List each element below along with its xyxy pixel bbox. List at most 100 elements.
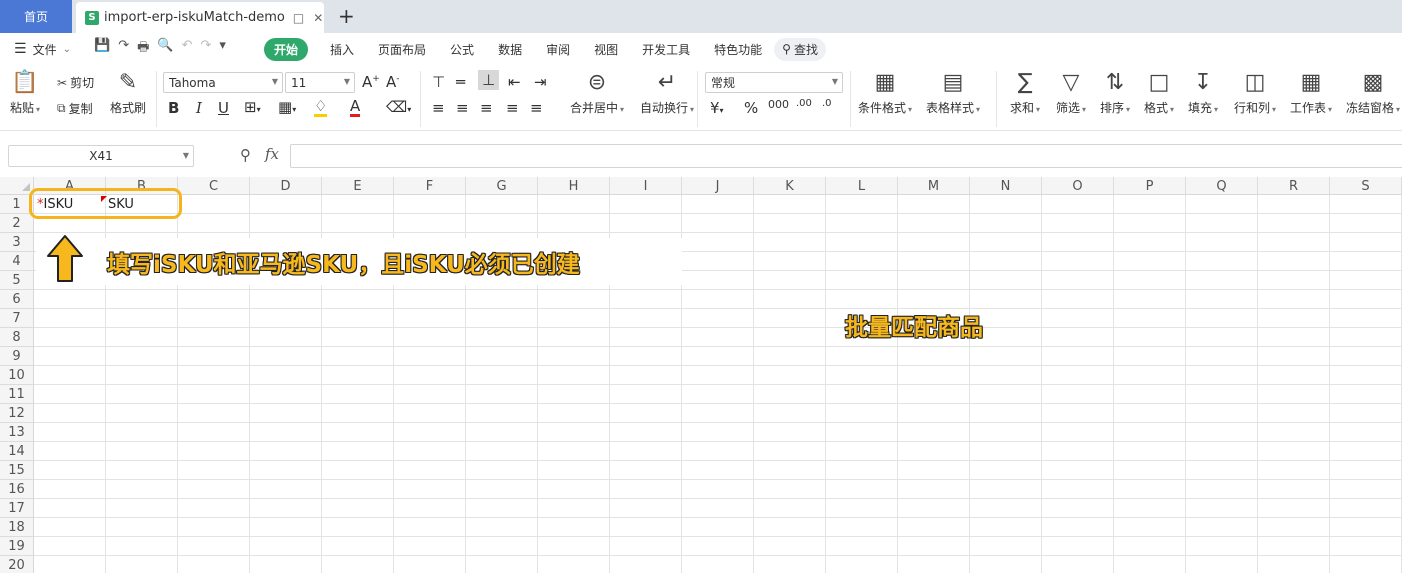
row-header-13[interactable]: 13: [0, 423, 33, 442]
table-style-button[interactable]: ▤ 表格样式 ▾: [926, 71, 980, 116]
currency-icon[interactable]: ¥▾: [710, 99, 724, 117]
thousands-icon[interactable]: 000: [768, 98, 789, 111]
column-header-i[interactable]: I: [610, 177, 682, 195]
column-header-f[interactable]: F: [394, 177, 466, 195]
decrease-decimal-icon[interactable]: .0: [822, 98, 832, 109]
close-icon[interactable]: ✕: [313, 11, 323, 25]
export-icon[interactable]: ↷: [118, 38, 129, 60]
row-header-17[interactable]: 17: [0, 499, 33, 518]
bold-icon[interactable]: B: [168, 99, 179, 117]
column-header-r[interactable]: R: [1258, 177, 1330, 195]
tab-start[interactable]: 开始: [264, 37, 309, 61]
row-header-5[interactable]: 5: [0, 271, 33, 290]
format-button[interactable]: □ 格式 ▾: [1144, 71, 1174, 116]
align-left-icon[interactable]: ≡: [432, 99, 445, 117]
row-header-11[interactable]: 11: [0, 385, 33, 404]
conditional-format-button[interactable]: ▦ 条件格式 ▾: [858, 71, 912, 116]
align-top-icon[interactable]: ⊤: [432, 73, 445, 91]
print-icon[interactable]: 🖶: [137, 38, 149, 60]
row-header-15[interactable]: 15: [0, 461, 33, 480]
window-icon[interactable]: □: [293, 11, 304, 25]
worksheet-button[interactable]: ▦ 工作表 ▾: [1290, 71, 1332, 116]
column-header-c[interactable]: C: [178, 177, 250, 195]
border-icon[interactable]: ⊞▾: [244, 98, 261, 116]
search-button[interactable]: ⚲ 查找: [774, 37, 826, 61]
save-icon[interactable]: 💾: [94, 38, 110, 60]
column-header-p[interactable]: P: [1114, 177, 1186, 195]
paste-button[interactable]: 📋 粘贴 ▾: [10, 71, 40, 116]
tab-document[interactable]: S import-erp-iskuMatch-demo □ ✕: [76, 2, 324, 33]
print-preview-icon[interactable]: 🔍: [157, 38, 173, 60]
row-header-4[interactable]: 4: [0, 252, 33, 271]
row-header-20[interactable]: 20: [0, 556, 33, 573]
row-header-3[interactable]: 3: [0, 233, 33, 252]
column-header-h[interactable]: H: [538, 177, 610, 195]
row-header-9[interactable]: 9: [0, 347, 33, 366]
tab-home[interactable]: 首页: [0, 0, 72, 33]
merge-center-button[interactable]: ⊜ 合并居中 ▾: [570, 71, 624, 116]
column-header-s[interactable]: S: [1330, 177, 1402, 195]
distribute-icon[interactable]: ≡: [530, 99, 543, 117]
new-tab-button[interactable]: +: [338, 4, 355, 28]
tab-insert[interactable]: 插入: [318, 38, 366, 61]
fill-pattern-icon[interactable]: ▦▾: [278, 98, 296, 116]
wrap-text-button[interactable]: ↵ 自动换行 ▾: [640, 71, 694, 116]
fill-button[interactable]: ↧ 填充 ▾: [1188, 71, 1218, 116]
align-bottom-icon[interactable]: ⊥: [478, 70, 500, 90]
indent-decrease-icon[interactable]: ⇤: [508, 73, 521, 91]
tab-data[interactable]: 数据: [486, 38, 534, 61]
row-header-6[interactable]: 6: [0, 290, 33, 309]
justify-icon[interactable]: ≡: [506, 99, 519, 117]
rows-cols-button[interactable]: ◫ 行和列 ▾: [1234, 71, 1276, 116]
zoom-icon[interactable]: ⚲: [240, 146, 251, 164]
undo-icon[interactable]: ↶: [182, 38, 193, 60]
font-color-icon[interactable]: A: [350, 98, 361, 117]
font-size-select[interactable]: 11 ▼: [285, 72, 355, 93]
decrease-font-icon[interactable]: A-: [386, 73, 400, 91]
tab-view[interactable]: 视图: [582, 38, 630, 61]
column-header-q[interactable]: Q: [1186, 177, 1258, 195]
tab-developer[interactable]: 开发工具: [630, 38, 702, 61]
italic-icon[interactable]: I: [196, 99, 202, 117]
column-header-n[interactable]: N: [970, 177, 1042, 195]
filter-button[interactable]: ▽ 筛选 ▾: [1056, 71, 1086, 116]
row-header-10[interactable]: 10: [0, 366, 33, 385]
format-painter-button[interactable]: ✎ 格式刷: [110, 71, 146, 116]
increase-font-icon[interactable]: A+: [362, 73, 380, 91]
file-menu[interactable]: ☰ 文件 ⌄: [0, 41, 90, 58]
indent-increase-icon[interactable]: ⇥: [534, 73, 547, 91]
column-header-e[interactable]: E: [322, 177, 394, 195]
row-header-19[interactable]: 19: [0, 537, 33, 556]
number-format-select[interactable]: 常规 ▼: [705, 72, 843, 93]
row-header-8[interactable]: 8: [0, 328, 33, 347]
customize-icon[interactable]: ▾: [219, 38, 226, 60]
redo-icon[interactable]: ↷: [200, 38, 211, 60]
column-header-k[interactable]: K: [754, 177, 826, 195]
row-header-12[interactable]: 12: [0, 404, 33, 423]
column-header-g[interactable]: G: [466, 177, 538, 195]
font-name-select[interactable]: Tahoma ▼: [163, 72, 283, 93]
name-box[interactable]: X41 ▼: [8, 145, 194, 167]
row-header-16[interactable]: 16: [0, 480, 33, 499]
tab-features[interactable]: 特色功能: [702, 38, 774, 61]
increase-decimal-icon[interactable]: .00: [796, 98, 812, 109]
tab-page-layout[interactable]: 页面布局: [366, 38, 438, 61]
sum-button[interactable]: ∑ 求和 ▾: [1010, 71, 1040, 116]
fill-color-icon[interactable]: ♢: [314, 98, 328, 117]
column-header-l[interactable]: L: [826, 177, 898, 195]
tab-formulas[interactable]: 公式: [438, 38, 486, 61]
row-header-18[interactable]: 18: [0, 518, 33, 537]
tab-review[interactable]: 审阅: [534, 38, 582, 61]
cut-button[interactable]: ✂ 剪切: [57, 74, 94, 91]
row-header-14[interactable]: 14: [0, 442, 33, 461]
sort-button[interactable]: ⇅ 排序 ▾: [1100, 71, 1130, 116]
freeze-panes-button[interactable]: ▩ 冻结窗格 ▾: [1346, 71, 1400, 116]
column-header-o[interactable]: O: [1042, 177, 1114, 195]
align-right-icon[interactable]: ≡: [480, 99, 493, 117]
column-header-d[interactable]: D: [250, 177, 322, 195]
align-middle-icon[interactable]: ═: [456, 73, 465, 91]
fx-icon[interactable]: fx: [265, 145, 279, 163]
align-center-icon[interactable]: ≡: [456, 99, 469, 117]
underline-icon[interactable]: U: [218, 99, 229, 117]
eraser-icon[interactable]: ⌫▾: [386, 98, 411, 116]
